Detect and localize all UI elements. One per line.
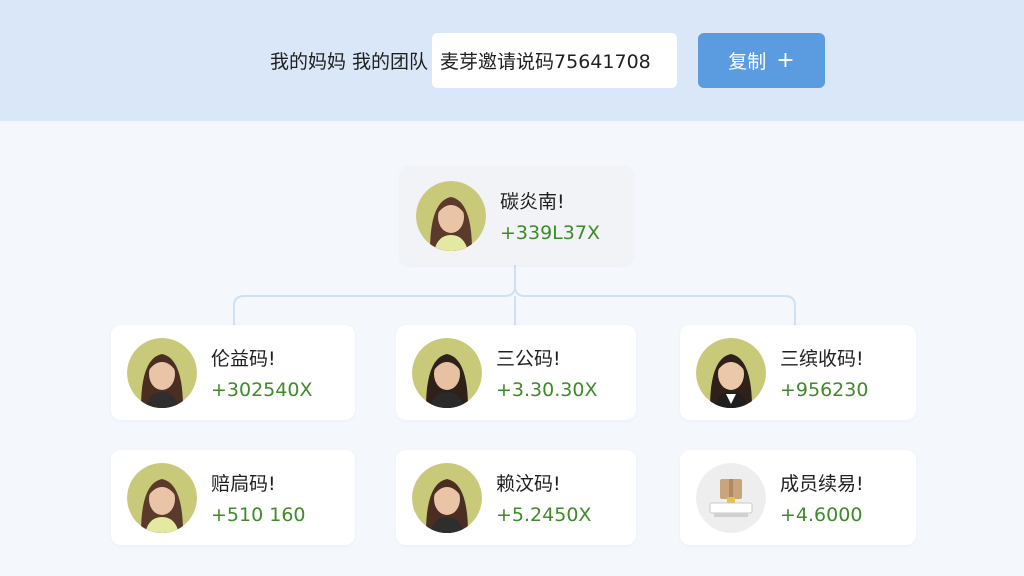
plus-icon: + [776,47,795,73]
avatar [696,337,766,408]
member-name: 碳炎南! [500,191,565,213]
avatar [127,337,197,408]
member-card[interactable]: 三缤收码! +956230 [680,325,916,420]
member-name: 赔扃码! [211,473,276,495]
member-value: +956230 [780,379,869,401]
header-content: 我的妈妈 我的团队 麦芽邀请说码75641708 [270,33,678,88]
member-value: +4.6000 [780,504,863,526]
member-name: 三缤收码! [780,348,864,370]
invite-code-text: 麦芽邀请说码75641708 [440,51,651,73]
member-name: 伦益码! [211,348,276,370]
avatar [416,180,486,251]
member-card[interactable]: 伦益码! +302540X [111,325,355,420]
member-value: +3.30.30X [496,379,598,401]
member-card[interactable]: 三公码! +3.30.30X [396,325,636,420]
member-value: +510 160 [211,504,306,526]
member-card[interactable]: 赔扃码! +510 160 [111,450,355,545]
avatar [127,462,197,533]
team-leader-card[interactable]: 碳炎南! +339L37X [400,166,633,265]
team-tree: 碳炎南! +339L37X 伦益码! +302540X 三公码! +3.30.3… [0,121,1024,576]
copy-button-label: 复制 [728,51,767,73]
member-name: 成员续易! [780,473,864,495]
member-value: +339L37X [500,222,600,244]
avatar [412,337,482,408]
member-value: +302540X [211,379,313,401]
box-icon [696,462,766,533]
member-name: 赖汶码! [496,473,561,495]
avatar [412,462,482,533]
page-title: 我的妈妈 我的团队 [270,51,429,73]
invite-code-field[interactable]: 麦芽邀请说码75641708 [432,33,678,88]
member-card[interactable]: 赖汶码! +5.2450X [396,450,636,545]
member-card[interactable]: 成员续易! +4.6000 [680,450,916,545]
member-name: 三公码! [496,348,561,370]
member-value: +5.2450X [496,504,592,526]
header-bar: 我的妈妈 我的团队 麦芽邀请说码75641708 复制 + [0,0,1024,121]
copy-button[interactable]: 复制 + [698,33,825,88]
